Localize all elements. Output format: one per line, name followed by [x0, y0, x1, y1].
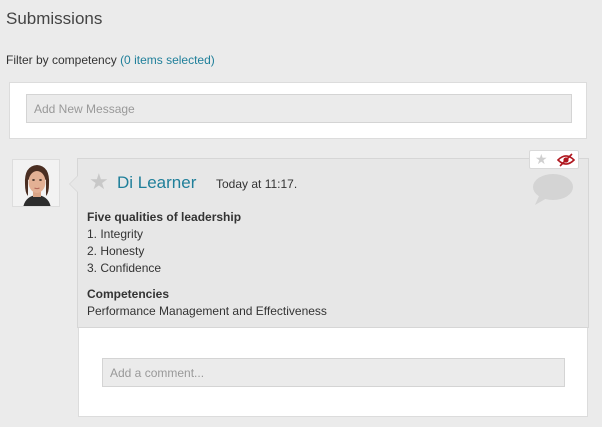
filter-label: Filter by competency: [6, 53, 117, 67]
filter-competency-link[interactable]: (0 items selected): [120, 53, 215, 67]
author-name[interactable]: Di Learner: [117, 173, 196, 193]
competencies-label: Competencies: [87, 287, 170, 301]
avatar-image: [13, 160, 59, 206]
post-action-box: ★: [529, 150, 579, 169]
competencies-value: Performance Management and Effectiveness: [87, 304, 327, 318]
post-timestamp: Today at 11:17.: [216, 177, 298, 191]
favorite-star-icon[interactable]: ★: [89, 171, 109, 193]
new-message-card: [9, 82, 587, 139]
avatar[interactable]: [12, 159, 60, 207]
page-title: Submissions: [6, 9, 103, 28]
list-item: 3. Confidence: [87, 261, 162, 275]
list-item: 2. Honesty: [87, 244, 145, 258]
new-message-input[interactable]: [26, 94, 572, 123]
star-icon[interactable]: ★: [535, 152, 548, 166]
post-heading: Five qualities of leadership: [87, 210, 242, 224]
comment-card: [78, 328, 588, 417]
list-item: 1. Integrity: [87, 227, 144, 241]
post-card: ★ Di Learner Today at 11:17. ★ Five qual…: [69, 150, 589, 328]
comment-input[interactable]: [102, 358, 565, 387]
hidden-eye-icon[interactable]: [557, 153, 575, 167]
filter-row: Filter by competency (0 items selected): [6, 53, 215, 67]
post-body: Five qualities of leadership 1. Integrit…: [87, 209, 241, 277]
post-pointer: [69, 175, 78, 193]
comment-bubble-icon[interactable]: [531, 172, 575, 206]
competency-block: Competencies Performance Management and …: [87, 286, 327, 320]
